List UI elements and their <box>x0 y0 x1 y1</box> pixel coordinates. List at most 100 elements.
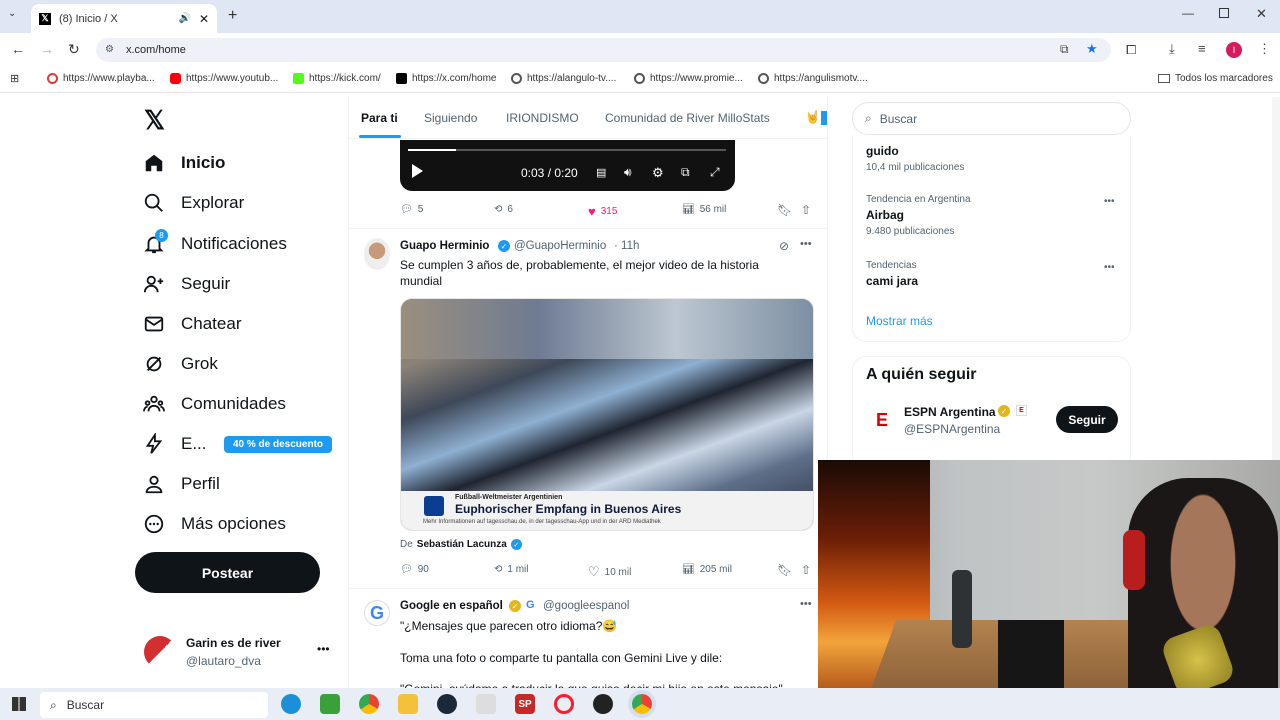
account-switcher[interactable]: Garin es de river @lautaro_dva ••• <box>144 634 334 670</box>
site-info-icon[interactable]: ⚙ <box>105 44 114 55</box>
nav-chat[interactable]: Chatear <box>143 313 241 335</box>
nav-explore[interactable]: Explorar <box>143 192 244 214</box>
counter-strike-icon[interactable] <box>476 694 496 714</box>
install-icon[interactable]: ⧉ <box>1060 42 1069 57</box>
share-icon[interactable]: ⇧ <box>801 203 811 217</box>
tab-para-ti[interactable]: Para ti <box>361 111 398 125</box>
tweet-handle[interactable]: @GuapoHerminio <box>514 240 606 252</box>
bookmark-item[interactable]: https://kick.com/ <box>293 73 381 84</box>
nav-follow[interactable]: Seguir <box>143 273 230 295</box>
trend-item[interactable]: Tendencias cami jara <box>866 260 918 288</box>
trend-item[interactable]: Tendencia en Argentina Airbag 9.480 publ… <box>866 194 971 237</box>
tabs-scroll-arrow[interactable] <box>821 111 827 125</box>
account-more-icon[interactable]: ••• <box>317 642 330 656</box>
nav-grok[interactable]: Grok <box>143 353 218 375</box>
captions-icon[interactable]: ▤ <box>596 166 606 179</box>
video-source[interactable]: De Sebastián Lacunza ✓ <box>400 539 522 550</box>
like-button[interactable]: ♥ 315 <box>588 204 617 219</box>
share-icon[interactable]: ⇧ <box>801 563 811 577</box>
media-icon[interactable]: ≡ <box>1198 41 1206 56</box>
utorrent-icon[interactable] <box>320 694 340 714</box>
trend-more-icon[interactable]: ••• <box>1104 262 1115 273</box>
play-icon[interactable] <box>412 164 423 178</box>
google-avatar-icon[interactable]: G <box>364 600 390 626</box>
profile-avatar[interactable]: I <box>1226 42 1242 58</box>
new-tab-button[interactable]: + <box>228 7 237 25</box>
tweet-author-name[interactable]: Google en español <box>400 600 503 612</box>
close-tab-icon[interactable]: ✕ <box>199 12 209 26</box>
tweet-video-thumbnail[interactable]: Fußball-Weltmeister Argentinien Euphoris… <box>400 298 814 531</box>
pip-icon[interactable]: ⧉ <box>681 165 690 180</box>
post-button[interactable]: Postear <box>135 552 320 593</box>
minimize-button[interactable]: — <box>1182 6 1194 20</box>
tweet-author-name[interactable]: Guapo Herminio <box>400 240 489 252</box>
bookmark-item[interactable]: https://www.playba... <box>47 73 155 84</box>
file-explorer-icon[interactable] <box>398 694 418 714</box>
trend-item[interactable]: guido 10,4 mil publicaciones <box>866 144 964 173</box>
tab-emoji-icon[interactable]: 🤘 <box>805 110 820 124</box>
espn-avatar-icon[interactable]: E <box>866 404 898 436</box>
grok-explain-icon[interactable]: ⊘ <box>779 239 789 253</box>
views-button[interactable]: 📊︎ 205 mil <box>682 564 732 575</box>
sp-app-icon[interactable]: SP <box>515 694 535 714</box>
forward-icon[interactable]: → <box>40 41 54 57</box>
steam-icon[interactable] <box>437 694 457 714</box>
suggest-name[interactable]: ESPN Argentina <box>904 405 996 419</box>
search-input[interactable]: ⌕ Buscar <box>852 102 1131 135</box>
apps-icon[interactable]: ⊞ <box>10 72 19 85</box>
restore-button[interactable] <box>1219 8 1229 18</box>
nav-communities[interactable]: Comunidades <box>143 393 286 415</box>
nav-more[interactable]: Más opciones <box>143 513 286 535</box>
reload-icon[interactable]: ↻ <box>68 41 80 58</box>
speaker-icon[interactable]: 🔊 <box>178 13 190 24</box>
browser-tab[interactable]: 𝕏 (8) Inicio / X 🔊 ✕ <box>31 4 217 33</box>
tab-siguiendo[interactable]: Siguiendo <box>424 111 477 125</box>
fullscreen-icon[interactable]: ⤢ <box>710 165 720 180</box>
video-progress-track[interactable] <box>408 149 726 151</box>
tab-search-button[interactable]: ⌄ <box>8 8 16 19</box>
bookmark-star-icon[interactable]: ★ <box>1086 41 1098 57</box>
bookmark-item[interactable]: https://angulismotv.... <box>758 73 868 84</box>
chrome-icon[interactable] <box>359 694 379 714</box>
address-bar[interactable]: ⚙ x.com/home ⧉ ★ <box>96 38 1111 62</box>
downloads-icon[interactable]: ⤓ <box>1169 41 1175 57</box>
windows-start-icon[interactable] <box>12 697 26 711</box>
tweet-avatar[interactable] <box>364 238 390 270</box>
edge-icon[interactable] <box>281 694 301 714</box>
nav-premium[interactable]: E... <box>143 433 207 455</box>
taskbar-search[interactable]: ⌕ Buscar <box>40 692 268 718</box>
bookmark-item[interactable]: https://alangulo-tv.... <box>511 73 616 84</box>
bookmark-item[interactable]: https://www.promie... <box>634 73 743 84</box>
like-button[interactable]: ♡ 10 mil <box>588 564 631 580</box>
volume-icon[interactable]: 🔊︎ <box>624 165 632 180</box>
tweet-more-icon[interactable]: ••• <box>800 238 812 250</box>
settings-gear-icon[interactable]: ⚙ <box>652 165 664 181</box>
views-button[interactable]: 📊︎ 56 mil <box>682 204 726 215</box>
repost-button[interactable]: ⟲ 1 mil <box>494 564 529 575</box>
chrome-active-icon[interactable] <box>632 694 652 714</box>
menu-icon[interactable]: ⋮ <box>1258 41 1271 57</box>
video-player[interactable]: 0:03 / 0:20 ▤ 🔊︎ ⚙ ⧉ ⤢ <box>400 140 735 191</box>
nav-profile[interactable]: Perfil <box>143 473 220 495</box>
all-bookmarks[interactable]: Todos los marcadores <box>1158 73 1273 84</box>
obs-icon[interactable] <box>593 694 613 714</box>
bookmark-icon[interactable]: 🔖︎ <box>777 563 792 577</box>
extensions-icon[interactable]: ⧠ <box>1126 42 1136 58</box>
bookmark-icon[interactable]: 🔖︎ <box>777 203 792 217</box>
reply-button[interactable]: 💬︎ 90 <box>400 564 429 575</box>
close-window-button[interactable]: ✕ <box>1256 6 1267 22</box>
tab-comunidad-river[interactable]: Comunidad de River MilloStats <box>605 111 770 125</box>
back-icon[interactable]: ← <box>11 41 25 57</box>
tab-iriondismo[interactable]: IRIONDISMO <box>506 111 579 125</box>
reply-button[interactable]: 💬︎ 5 <box>400 204 423 215</box>
tweet-handle[interactable]: @googleespanol <box>543 600 630 612</box>
bookmark-item[interactable]: https://www.youtub... <box>170 73 278 84</box>
bookmark-item[interactable]: https://x.com/home <box>396 73 496 84</box>
x-logo-icon[interactable]: 𝕏 <box>144 105 165 136</box>
follow-button[interactable]: Seguir <box>1056 406 1118 433</box>
tweet-time[interactable]: · 11h <box>614 240 639 252</box>
opera-icon[interactable] <box>554 694 574 714</box>
trend-more-icon[interactable]: ••• <box>1104 196 1115 207</box>
repost-button[interactable]: ⟲ 6 <box>494 204 513 215</box>
suggest-handle[interactable]: @ESPNArgentina <box>904 422 1000 436</box>
